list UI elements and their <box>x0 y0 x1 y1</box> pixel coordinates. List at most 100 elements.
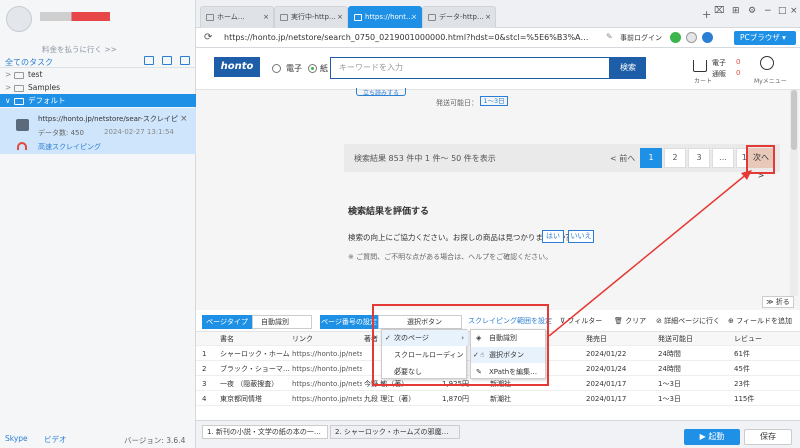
export-icon[interactable] <box>162 56 172 65</box>
cart-ebook-count: 0 <box>736 58 741 66</box>
tree-item-samples[interactable]: > Samples <box>0 81 196 94</box>
close-icon[interactable]: × <box>485 7 491 27</box>
scrollbar-thumb[interactable] <box>791 90 797 150</box>
task-date: 2024-02-27 13:1:54 <box>104 128 174 136</box>
browser-tab-bar: ホーム… × 実行中-http… × https://hont… × データ-http… <box>196 0 800 28</box>
table-cell: 24時間 <box>658 365 681 373</box>
table-cell: 2024/01/17 <box>586 380 627 388</box>
tab-home[interactable]: ホーム… × <box>200 6 274 28</box>
ship-date-value: 1〜3日 <box>480 96 508 106</box>
highlight-box-next <box>746 145 775 174</box>
user-icon[interactable] <box>760 56 774 70</box>
header-cell[interactable]: レビュー <box>734 332 794 346</box>
high-speed-label[interactable]: 高速スクレイピング <box>38 142 101 152</box>
cart-ebook-label: 電子 <box>712 59 726 67</box>
extension-icon[interactable] <box>702 32 713 43</box>
task-sidebar: 料金を払うに行く >> 全てのタスク > test > Samples ∨ デフ… <box>0 0 196 448</box>
close-icon[interactable]: × <box>337 7 343 27</box>
fold-button[interactable]: ≫ 折る <box>762 296 794 308</box>
page-icon <box>354 14 362 21</box>
save-button[interactable]: 保存 <box>744 429 792 445</box>
table-cell: https://honto.jp/netst… <box>292 350 362 358</box>
url-field[interactable]: https://honto.jp/netstore/search_0750_02… <box>220 31 604 45</box>
sync-icon[interactable] <box>686 32 697 43</box>
maximize-icon[interactable]: □ <box>778 6 787 16</box>
page-2-button[interactable]: 2 <box>664 148 686 168</box>
tab-label: ホーム… <box>217 13 245 21</box>
add-field-button[interactable]: ⊕ フィールドを追加 <box>728 316 792 326</box>
tasks-header: 全てのタスク <box>0 54 196 68</box>
tab-data[interactable]: データ-http… × <box>422 6 496 28</box>
table-cell: 九段 理江（著） <box>364 395 416 403</box>
prev-page-link[interactable]: < 前へ <box>610 153 635 164</box>
add-field-label: フィールドを追加 <box>736 317 792 325</box>
tab-label: https://hont… <box>365 13 413 21</box>
page-type-label: ページタイプ <box>202 315 252 329</box>
radio-ebook[interactable] <box>272 64 281 73</box>
clear-label: クリア <box>625 317 647 325</box>
user-avatar[interactable] <box>6 6 32 32</box>
tree-item-test[interactable]: > test <box>0 68 196 81</box>
close-icon[interactable]: × <box>180 114 188 124</box>
cart-icon[interactable] <box>693 60 707 72</box>
minimize-icon[interactable]: − <box>764 6 772 16</box>
tree-item-default[interactable]: ∨ デフォルト <box>0 94 196 107</box>
gift-icon[interactable]: ⌧ <box>714 6 724 16</box>
header-cell[interactable]: 書名 <box>220 332 290 346</box>
tab-running[interactable]: 実行中-http… × <box>274 6 348 28</box>
search-button[interactable]: 検索 <box>610 57 646 79</box>
clear-button[interactable]: 🗑 クリア <box>614 316 646 326</box>
expand-arrow-icon[interactable]: > <box>5 81 11 94</box>
page-type-select[interactable]: 自動識別 <box>252 315 312 329</box>
skype-link[interactable]: Skype <box>5 434 28 443</box>
header-cell[interactable]: 発送可能日 <box>658 332 718 346</box>
table-row[interactable]: 4 東京都同情塔 https://honto.jp/netst… 九段 理江（著… <box>196 392 800 406</box>
close-window-icon[interactable]: × <box>790 6 798 16</box>
header-cell[interactable]: 発売日 <box>586 332 646 346</box>
tree-item-label: test <box>28 70 43 79</box>
grid-icon[interactable]: ⊞ <box>732 6 740 16</box>
page-3-button[interactable]: 3 <box>688 148 710 168</box>
header-cell[interactable]: リンク <box>292 332 362 346</box>
table-cell: 2024/01/22 <box>586 350 627 358</box>
table-cell: 東京都同情塔 <box>220 395 262 403</box>
pre-login-button[interactable]: 事前ログイン <box>620 33 662 43</box>
expand-arrow-icon[interactable]: > <box>5 68 11 81</box>
status-icon[interactable] <box>670 32 681 43</box>
video-link[interactable]: ビデオ <box>44 434 67 445</box>
table-cell: 2024/01/17 <box>586 395 627 403</box>
close-icon[interactable]: × <box>263 7 269 27</box>
site-header: honto 電子 紙 キーワードを入力 検索 カート 電子 0 通販 0 Myメ… <box>196 48 800 90</box>
folder-icon <box>14 98 24 105</box>
version-label: バージョン: 3.6.4 <box>124 436 186 445</box>
add-tab-icon[interactable]: + <box>702 8 711 21</box>
table-cell: https://honto.jp/netst… <box>292 380 362 388</box>
all-tasks-title[interactable]: 全てのタスク <box>5 57 53 68</box>
filter-button[interactable]: ⊽ フィルター <box>560 316 602 326</box>
yes-button[interactable]: はい <box>542 230 564 243</box>
keyword-input[interactable]: キーワードを入力 <box>330 57 610 79</box>
tab-honto[interactable]: https://hont… × <box>348 6 422 28</box>
radio-paper[interactable] <box>308 64 317 73</box>
table-cell: 23件 <box>734 380 750 388</box>
edit-icon[interactable]: ✎ <box>606 32 613 41</box>
close-icon[interactable]: × <box>411 7 417 27</box>
detail-page-button[interactable]: ⊘ 詳細ページに行く <box>656 316 720 326</box>
reload-icon[interactable]: ⟳ <box>204 32 212 43</box>
settings-icon[interactable]: ⚙ <box>748 6 756 16</box>
pagination-bar: 検索結果 853 件中 1 件〜 50 件を表示 < 前へ 1 2 3 … 18… <box>344 144 780 180</box>
pc-browser-button[interactable]: PCブラウザ ▾ <box>734 31 796 45</box>
preview-button[interactable]: 立ち読みする <box>356 88 406 97</box>
honto-logo[interactable]: honto <box>214 57 260 77</box>
collapse-arrow-icon[interactable]: ∨ <box>5 94 11 107</box>
start-button[interactable]: ▶ 起動 <box>684 429 740 445</box>
page-1-button[interactable]: 1 <box>640 148 662 168</box>
tab-label: データ-http… <box>439 13 484 21</box>
new-folder-icon[interactable] <box>180 56 190 65</box>
link-icon: ⊘ <box>656 317 662 325</box>
step-tab-1[interactable]: 1. 新刊の小説・文学の紙の本の一… <box>202 425 328 439</box>
step-tab-2[interactable]: 2. シャーロック・ホームズの邪魔… <box>330 425 460 439</box>
import-icon[interactable] <box>144 56 154 65</box>
my-menu-label[interactable]: Myメニュー <box>754 76 787 85</box>
no-button[interactable]: いいえ <box>568 230 594 243</box>
